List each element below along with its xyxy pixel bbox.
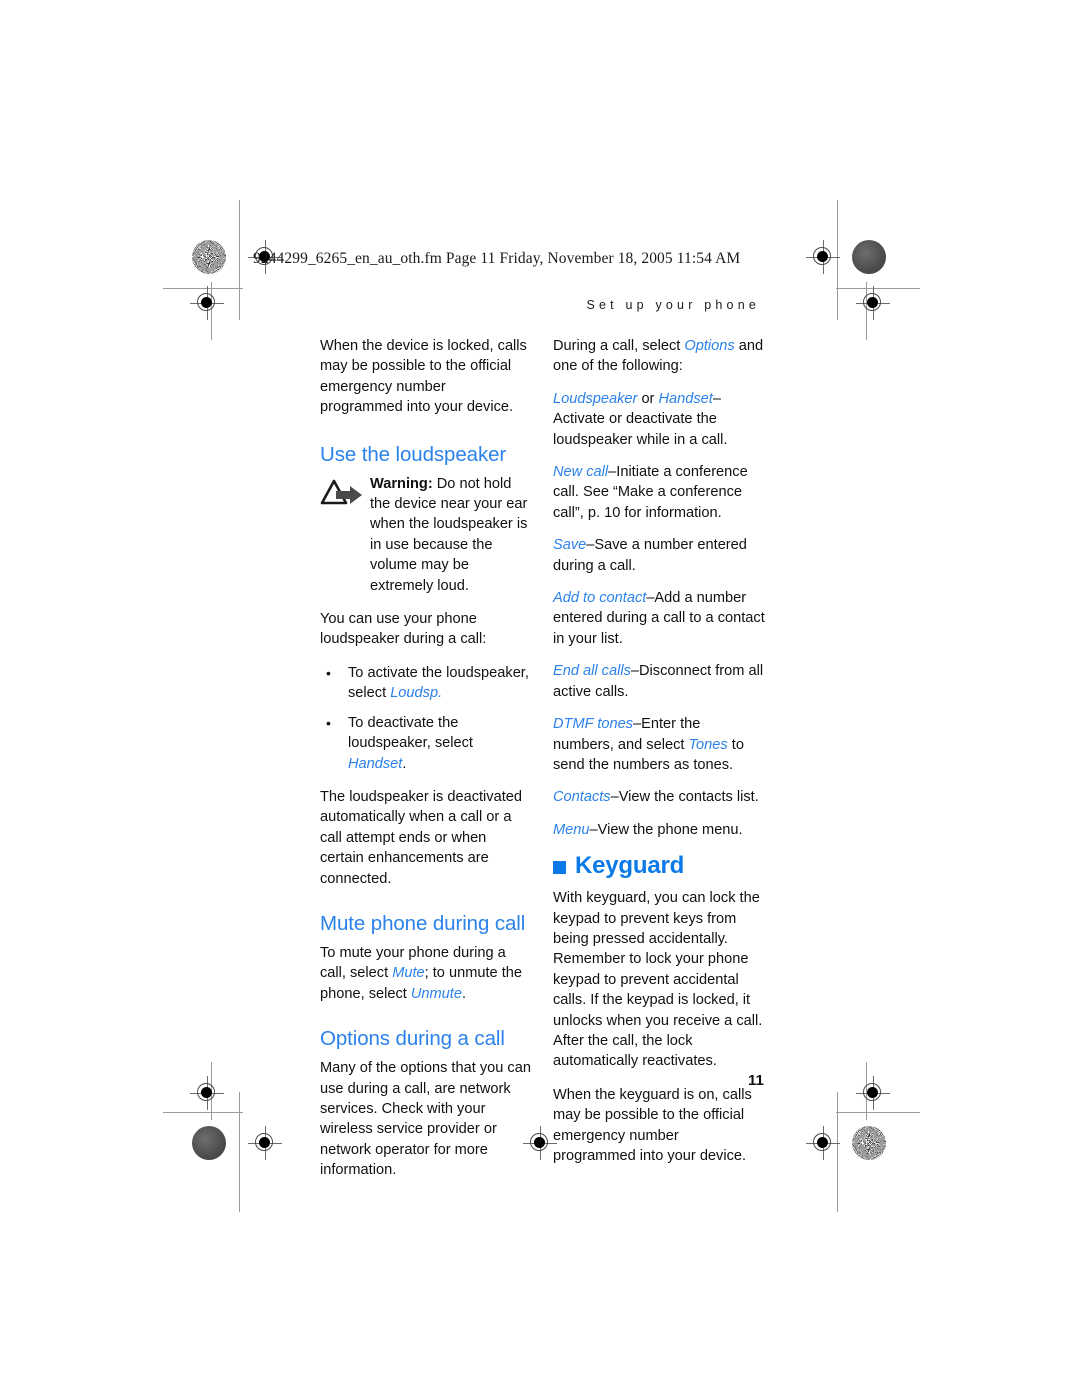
registration-mark-lower-left xyxy=(190,1076,224,1110)
ui-term-loudspeaker: Loudspeaker xyxy=(553,390,638,407)
heading-mute-phone-during-call: Mute phone during call xyxy=(320,911,526,935)
heading-options-during-a-call: Options during a call xyxy=(320,1027,505,1051)
ui-term-loudsp: Loudsp. xyxy=(390,685,443,702)
options-body: Many of the options that you can use dur… xyxy=(320,1060,531,1179)
ui-term-dtmf-tones: DTMF tones xyxy=(553,716,634,733)
option-desc: –View the phone menu. xyxy=(589,821,743,838)
right-column: During a call, select Options and one of… xyxy=(553,336,765,1179)
ui-term-unmute: Unmute xyxy=(410,985,462,1002)
registration-mark-upper-right xyxy=(856,286,890,320)
option-entry-contacts: Contacts–View the contacts list. xyxy=(553,787,765,807)
options-intro-before: During a call, select xyxy=(553,338,685,354)
density-patch-top-right xyxy=(852,240,886,274)
bullet-marker: • xyxy=(326,714,331,731)
list-item: • To activate the loudspeaker, select Lou… xyxy=(320,663,532,704)
option-entry-loudspeaker-handset: Loudspeaker or Handset–Activate or deact… xyxy=(553,389,765,450)
registration-mark-bottom-right xyxy=(806,1126,840,1160)
ui-term-options: Options xyxy=(684,338,735,354)
warning-text: Warning: Do not hold the device near you… xyxy=(370,474,532,596)
keyguard-heading-text: Keyguard xyxy=(575,852,685,880)
ui-term-end-all-calls: End all calls xyxy=(553,663,631,680)
ui-term-handset: Handset xyxy=(348,755,403,772)
trim-line-bottom-left-horizontal xyxy=(163,1112,243,1113)
loudspeaker-closing: The loudspeaker is deactivated automatic… xyxy=(320,788,523,887)
keyguard-paragraph-2: When the keyguard is on, calls may be po… xyxy=(553,1086,752,1164)
intro-paragraph: When the device is locked, calls may be … xyxy=(320,338,527,416)
loudspeaker-bullet-list: • To activate the loudspeaker, select Lou… xyxy=(320,663,532,774)
bullet-text-after: . xyxy=(402,755,407,772)
density-rosette-top-left xyxy=(192,240,226,274)
trim-line-bottom-right-horizontal xyxy=(836,1112,920,1113)
heading-keyguard: Keyguard xyxy=(553,852,765,880)
option-entry-new-call: New call–Initiate a conference call. See… xyxy=(553,462,765,523)
ui-term-add-to-contact: Add to contact xyxy=(553,590,647,607)
options-intro: During a call, select Options and one of… xyxy=(553,336,765,377)
option-entry-save: Save–Save a number entered during a call… xyxy=(553,535,765,576)
ui-term-menu: Menu xyxy=(553,821,590,838)
ui-term-mute: Mute xyxy=(392,965,425,982)
warning-body-text: Do not hold the device near your ear whe… xyxy=(370,475,528,594)
blue-square-bullet-icon xyxy=(553,860,566,874)
loudspeaker-body: You can use your phone loudspeaker durin… xyxy=(320,611,487,648)
option-entry-dtmf-tones: DTMF tones–Enter the numbers, and select… xyxy=(553,714,765,775)
warning-triangle-arrow-icon xyxy=(320,474,370,596)
ui-term-handset-2: Handset xyxy=(658,390,713,407)
option-entry-menu: Menu–View the phone menu. xyxy=(553,820,765,840)
warning-label: Warning: xyxy=(370,475,433,492)
registration-mark-top-right xyxy=(806,240,840,274)
bullet-marker: • xyxy=(326,664,331,681)
page-number: 11 xyxy=(748,1072,764,1089)
registration-mark-bottom-left xyxy=(248,1126,282,1160)
keyguard-paragraph-1: With keyguard, you can lock the keypad t… xyxy=(553,890,763,1070)
heading-use-the-loudspeaker: Use the loudspeaker xyxy=(320,442,507,466)
left-column: When the device is locked, calls may be … xyxy=(320,336,532,1194)
mute-text-3: . xyxy=(461,985,467,1002)
density-rosette-bottom-right xyxy=(852,1126,886,1160)
option-desc: –View the contacts list. xyxy=(610,789,759,806)
trim-line-left-vertical xyxy=(239,200,240,320)
ui-term-new-call: New call xyxy=(553,464,609,481)
registration-mark-upper-left xyxy=(190,286,224,320)
registration-mark-lower-right xyxy=(856,1076,890,1110)
list-item: • To deactivate the loudspeaker, select H… xyxy=(320,713,532,774)
file-slug-line: 9244299_6265_en_au_oth.fm Page 11 Friday… xyxy=(253,250,741,267)
option-entry-add-to-contact: Add to contact–Add a number entered duri… xyxy=(553,588,765,649)
option-entry-end-all-calls: End all calls–Disconnect from all active… xyxy=(553,661,765,702)
ui-term-contacts: Contacts xyxy=(553,789,611,806)
option-joiner: or xyxy=(637,390,659,407)
mute-body: To mute your phone during a call, select… xyxy=(320,943,532,1004)
ui-term-tones: Tones xyxy=(688,736,728,753)
ui-term-save: Save xyxy=(553,537,587,554)
bullet-text: To deactivate the loudspeaker, select xyxy=(348,714,473,752)
warning-block: Warning: Do not hold the device near you… xyxy=(320,474,532,596)
trim-line-bottom-left-vertical-2 xyxy=(239,1092,240,1212)
density-patch-bottom-left xyxy=(192,1126,226,1160)
running-head: Set up your phone xyxy=(586,298,760,312)
